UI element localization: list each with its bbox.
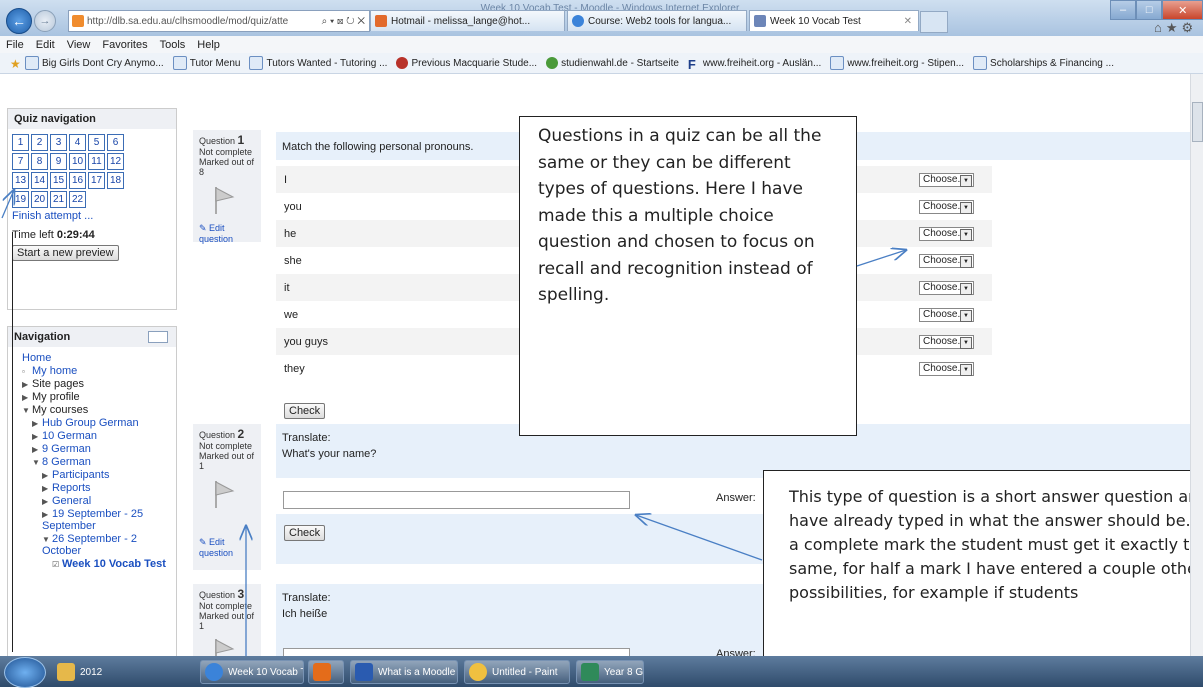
annotation-arrows xyxy=(1,74,1190,656)
taskbar-item[interactable]: 2012 xyxy=(52,660,192,684)
address-controls[interactable]: ⌕ ▾ ⊠ ↻ ✕ xyxy=(322,16,369,27)
maximize-button[interactable]: □ xyxy=(1136,0,1163,20)
tab-hotmail[interactable]: Hotmail - melissa_lange@hot... xyxy=(370,10,565,31)
hotmail-icon xyxy=(375,15,387,27)
arrow-to-answer xyxy=(636,515,763,561)
menu-tools[interactable]: Tools xyxy=(154,39,192,51)
forward-button[interactable]: → xyxy=(34,10,56,32)
address-text: http://dlb.sa.edu.au/clhsmoodle/mod/quiz… xyxy=(87,15,289,27)
menu-view[interactable]: View xyxy=(61,39,97,51)
page-icon xyxy=(25,56,39,70)
menu-bar: File Edit View Favorites Tools Help xyxy=(0,36,1203,53)
gear-icon[interactable]: ⚙ xyxy=(1182,20,1198,35)
page-icon xyxy=(249,56,264,70)
close-button[interactable]: ✕ xyxy=(1162,0,1203,20)
minimize-button[interactable]: – xyxy=(1110,0,1137,20)
favorites-star-icon[interactable]: ★ xyxy=(10,57,22,71)
moodle-icon xyxy=(754,15,766,27)
page-icon xyxy=(830,56,845,70)
media-player-icon xyxy=(313,663,331,681)
start-button[interactable] xyxy=(4,657,46,688)
word-icon xyxy=(355,663,373,681)
favorite-link[interactable]: Tutor Menu xyxy=(172,56,240,70)
page-scrollbar[interactable] xyxy=(1190,74,1203,656)
taskbar-item[interactable]: Week 10 Vocab T... xyxy=(200,660,304,684)
tab-week10[interactable]: Week 10 Vocab Test ✕ xyxy=(749,10,919,31)
address-bar[interactable]: http://dlb.sa.edu.au/clhsmoodle/mod/quiz… xyxy=(68,10,370,32)
favorites-star-icon[interactable]: ★ xyxy=(1166,20,1182,35)
menu-file[interactable]: File xyxy=(0,39,30,51)
menu-edit[interactable]: Edit xyxy=(30,39,61,51)
taskbar-item[interactable]: Untitled - Paint xyxy=(464,660,570,684)
tab-course[interactable]: Course: Web2 tools for langua... xyxy=(567,10,747,31)
publisher-icon xyxy=(581,663,599,681)
leaf-icon xyxy=(396,57,409,69)
window-controls: – □ ✕ xyxy=(1110,0,1203,20)
scroll-thumb[interactable] xyxy=(1192,102,1203,142)
page-content: Quiz navigation 1 2 3 4 5 6 7 8 9 10 11 12 13 14 15 16 1… xyxy=(0,74,1190,656)
arrow-to-choose xyxy=(856,250,906,267)
favorite-link[interactable]: studienwahl.de - Startseite xyxy=(546,57,679,69)
new-tab-button[interactable] xyxy=(920,11,948,33)
star-icon xyxy=(546,57,559,69)
taskbar-item[interactable]: Year 8 G xyxy=(576,660,644,684)
page-icon xyxy=(172,56,187,70)
favorite-link[interactable]: www.freiheit.org - Stipen... xyxy=(830,56,964,70)
taskbar: 2012 Week 10 Vocab T... What is a Moodle… xyxy=(0,656,1203,688)
favorite-link[interactable]: Fwww.freiheit.org - Auslän... xyxy=(687,57,821,72)
back-button[interactable]: ← xyxy=(6,8,32,34)
f-icon: F xyxy=(687,57,696,72)
favorites-bar: ★ Big Girls Dont Cry Anymo... Tutor Menu… xyxy=(0,53,1203,74)
page-icon xyxy=(973,56,988,70)
taskbar-item[interactable]: What is a Moodle ... xyxy=(350,660,458,684)
close-tab-icon[interactable]: ✕ xyxy=(904,16,912,27)
course-icon xyxy=(572,15,584,27)
favorite-link[interactable]: Big Girls Dont Cry Anymo... xyxy=(25,56,164,70)
ie-icon xyxy=(205,663,223,681)
paint-icon xyxy=(469,663,487,681)
taskbar-item[interactable] xyxy=(308,660,344,684)
menu-help[interactable]: Help xyxy=(191,39,226,51)
favorite-link[interactable]: Previous Macquarie Stude... xyxy=(396,57,537,69)
folder-icon xyxy=(57,663,75,681)
moodle-icon xyxy=(72,15,84,27)
menu-favorites[interactable]: Favorites xyxy=(96,39,153,51)
toolbar-icons: ⌂★⚙ xyxy=(1154,20,1197,36)
home-icon[interactable]: ⌂ xyxy=(1154,20,1166,35)
favorite-link[interactable]: Scholarships & Financing ... xyxy=(973,56,1114,70)
favorite-link[interactable]: Tutors Wanted - Tutoring ... xyxy=(249,56,387,70)
arrow-to-navigation xyxy=(1,190,14,219)
